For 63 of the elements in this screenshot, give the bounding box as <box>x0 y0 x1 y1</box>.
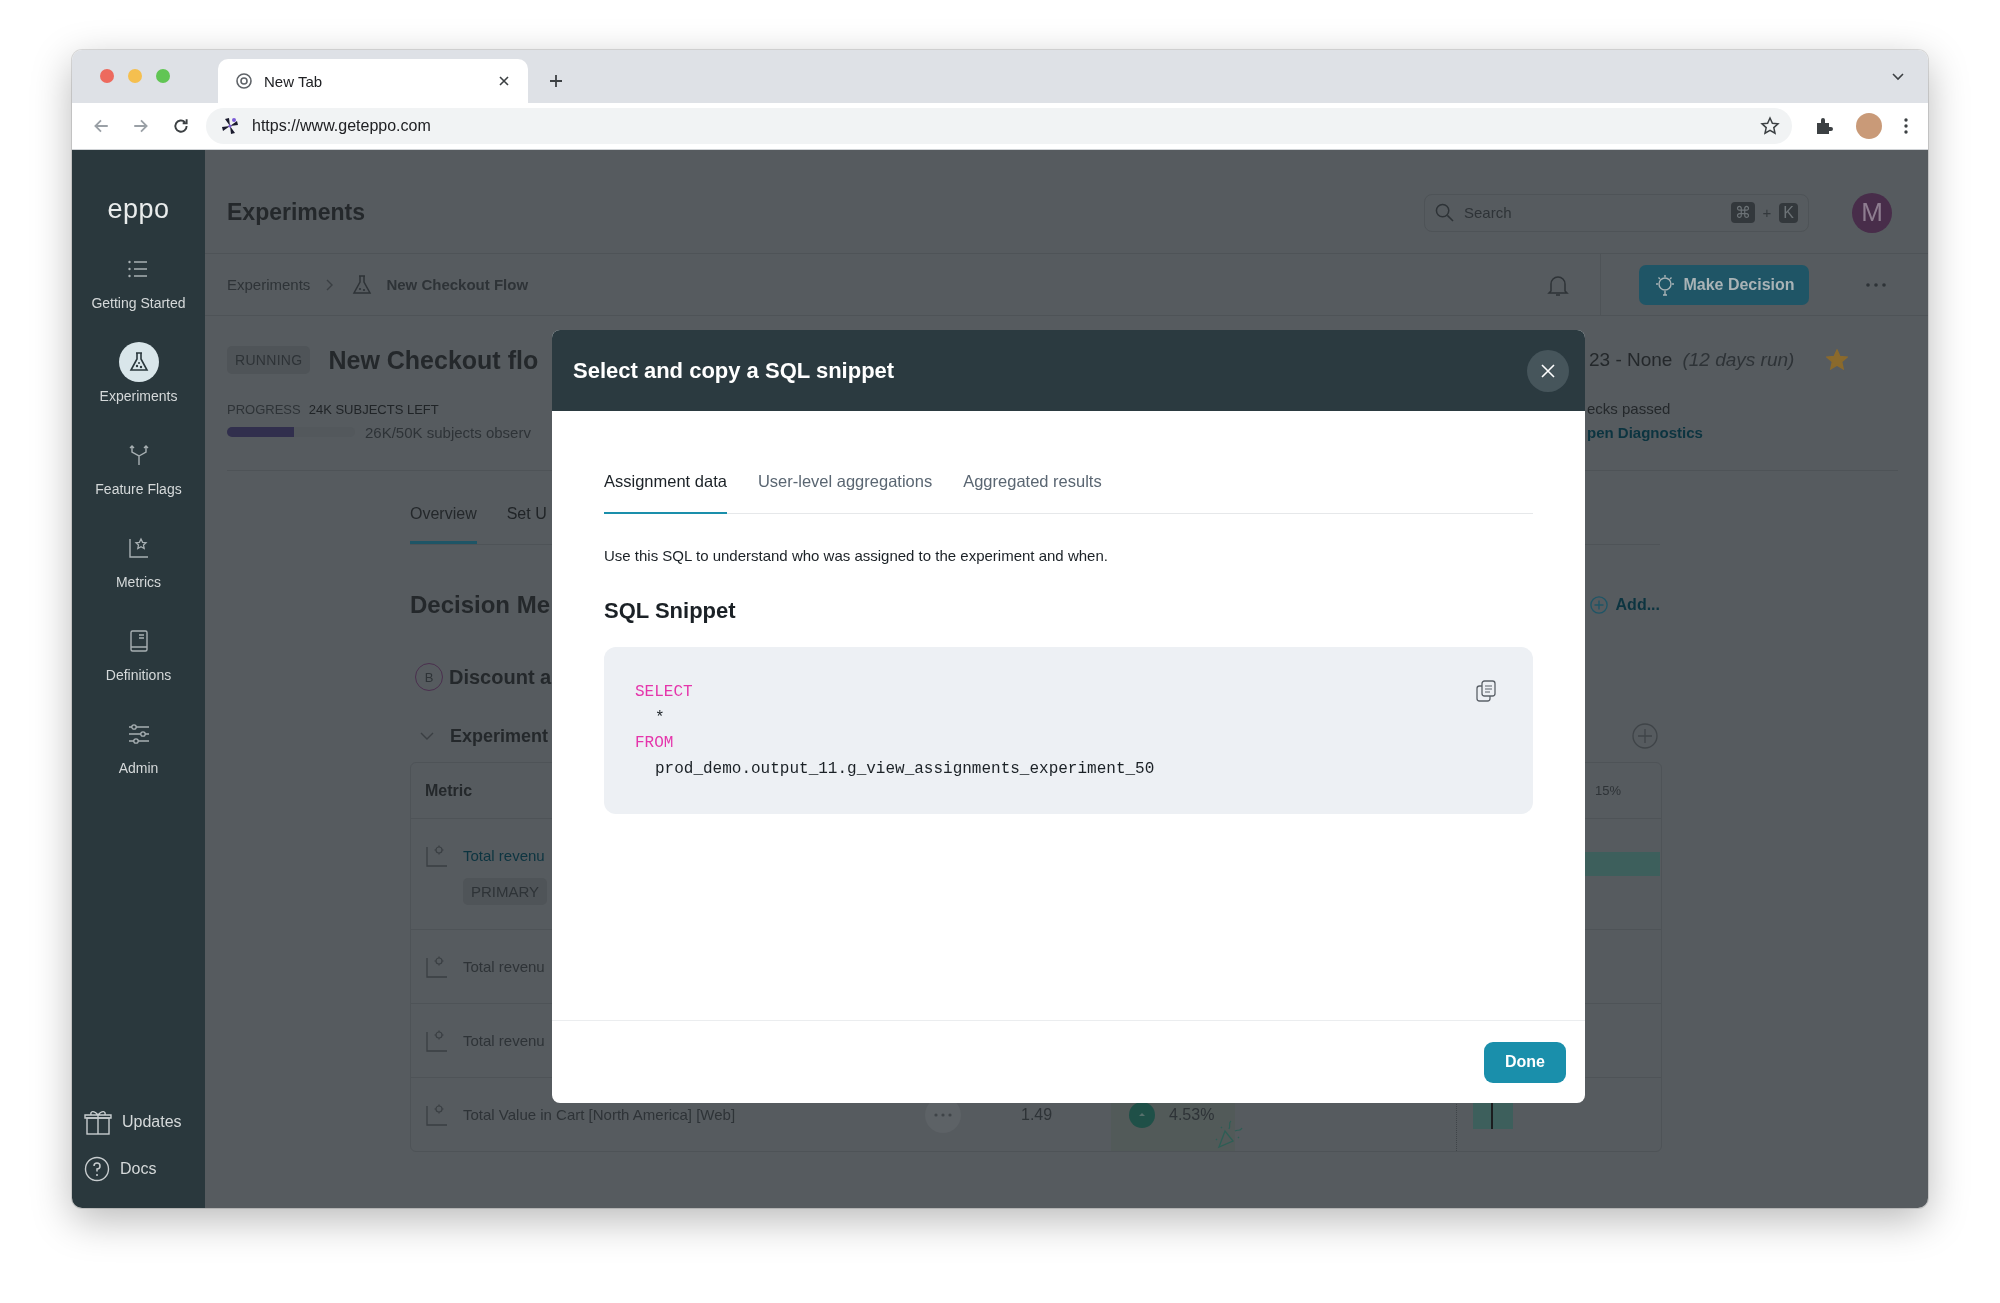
plus-circle-icon <box>1589 596 1608 614</box>
shortcut-key: ⌘ <box>1730 202 1755 223</box>
sidebar-link[interactable]: Docs <box>84 1156 182 1182</box>
back-icon[interactable] <box>92 117 110 135</box>
browser-tab[interactable]: New Tab <box>218 59 528 103</box>
party-popper-icon <box>1213 1119 1243 1149</box>
sidebar-item[interactable]: Feature Flags <box>95 435 182 528</box>
done-button[interactable]: Done <box>1484 1041 1566 1083</box>
pinwheel-icon <box>220 116 240 136</box>
forward-icon[interactable] <box>132 117 150 135</box>
dialog-tab[interactable]: Aggregated results <box>963 472 1102 514</box>
chart-gear-icon <box>425 954 449 979</box>
code-line: SELECT <box>635 682 693 703</box>
sidebar-item[interactable]: Experiments <box>99 342 178 435</box>
code-line: * <box>654 707 665 729</box>
star-icon[interactable] <box>1760 116 1780 136</box>
profile-avatar[interactable] <box>1856 113 1882 139</box>
maximize-window-dot[interactable] <box>156 69 170 83</box>
sidebar-item[interactable]: Getting Started <box>91 249 186 342</box>
sidebar-item[interactable]: Admin <box>118 714 159 807</box>
kebab-menu-icon[interactable] <box>1904 118 1908 134</box>
make-decision-button[interactable]: Make Decision <box>1639 264 1809 305</box>
shortcut-plus: + <box>1762 204 1772 221</box>
dialog-description: Use this SQL to understand who was assigned to the experiment and when. <box>604 547 1109 564</box>
close-window-dot[interactable] <box>100 69 114 83</box>
minimize-window-dot[interactable] <box>128 69 142 83</box>
dialog-tab[interactable]: User-level aggregations <box>757 472 933 514</box>
code-line: prod_demo.output_11.g_view_assignments_experiment_50 <box>654 759 1155 781</box>
reload-icon[interactable] <box>172 117 190 135</box>
sidebar-link[interactable]: Updates <box>84 1108 182 1136</box>
gift-icon <box>84 1108 112 1136</box>
chevron-icon[interactable] <box>420 732 434 740</box>
chart-gear-icon <box>425 1102 449 1127</box>
sliders-icon <box>126 722 151 746</box>
close-icon <box>1540 362 1556 379</box>
snippet-heading: SQL Snippet <box>604 598 737 624</box>
subjects-left-text: 24K SUBJECTS LEFT <box>308 402 439 417</box>
chart-gear-icon <box>425 1028 449 1053</box>
chart-gear-icon <box>425 843 449 868</box>
up-circle-icon <box>1129 1101 1155 1128</box>
chart-star-icon <box>126 536 151 560</box>
help-icon <box>84 1156 110 1182</box>
sidebar-item[interactable]: Definitions <box>105 621 172 714</box>
more-icon <box>934 1112 952 1117</box>
plus-circle-icon[interactable] <box>1632 723 1658 749</box>
search-icon <box>1435 203 1454 222</box>
app-logo: eppo <box>107 194 170 225</box>
chevron-right-icon <box>326 278 335 291</box>
dialog-tab[interactable]: Assignment data <box>604 472 727 514</box>
copy-icon[interactable] <box>1474 679 1498 703</box>
more-icon[interactable] <box>1866 282 1886 287</box>
shortcut-key: K <box>1779 202 1798 223</box>
address-bar[interactable]: https://www.geteppo.com <box>206 108 1792 144</box>
close-button[interactable] <box>1527 349 1569 392</box>
sidebar-item[interactable]: Metrics <box>115 528 162 621</box>
code-line: FROM <box>635 733 674 755</box>
star-icon[interactable] <box>1826 349 1849 371</box>
close-icon[interactable] <box>498 75 510 87</box>
chevron-down-icon[interactable] <box>1892 73 1904 81</box>
puzzle-icon[interactable] <box>1814 116 1834 136</box>
dialog-title: Select and copy a SQL snippet <box>573 357 896 384</box>
user-avatar[interactable]: M <box>1852 192 1892 233</box>
new-tab-icon[interactable] <box>548 73 564 89</box>
